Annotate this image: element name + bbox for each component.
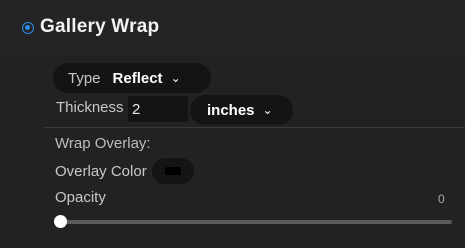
units-dropdown[interactable]: inches ⌄: [190, 95, 293, 125]
thickness-label: Thickness: [56, 99, 124, 116]
enable-radio-icon[interactable]: [22, 22, 34, 34]
chevron-down-icon: ⌄: [262, 103, 273, 117]
opacity-slider-thumb[interactable]: [54, 215, 67, 228]
overlay-color-button[interactable]: [152, 158, 194, 184]
opacity-label: Opacity: [55, 189, 106, 206]
type-value: Reflect: [112, 69, 163, 87]
opacity-slider-track[interactable]: [60, 220, 452, 224]
chevron-down-icon: ⌄: [170, 71, 181, 85]
type-label: Type: [68, 69, 101, 87]
units-value: inches: [207, 101, 255, 119]
type-dropdown[interactable]: Type Reflect ⌄: [53, 63, 211, 93]
overlay-color-swatch: [165, 167, 181, 175]
thickness-input[interactable]: [128, 96, 188, 122]
section-divider: [44, 127, 465, 128]
panel-title: Gallery Wrap: [40, 16, 160, 37]
panel-header: Gallery Wrap: [0, 0, 465, 56]
wrap-overlay-label: Wrap Overlay:: [55, 135, 151, 152]
opacity-value: 0: [438, 192, 445, 206]
overlay-color-label: Overlay Color: [55, 163, 147, 180]
